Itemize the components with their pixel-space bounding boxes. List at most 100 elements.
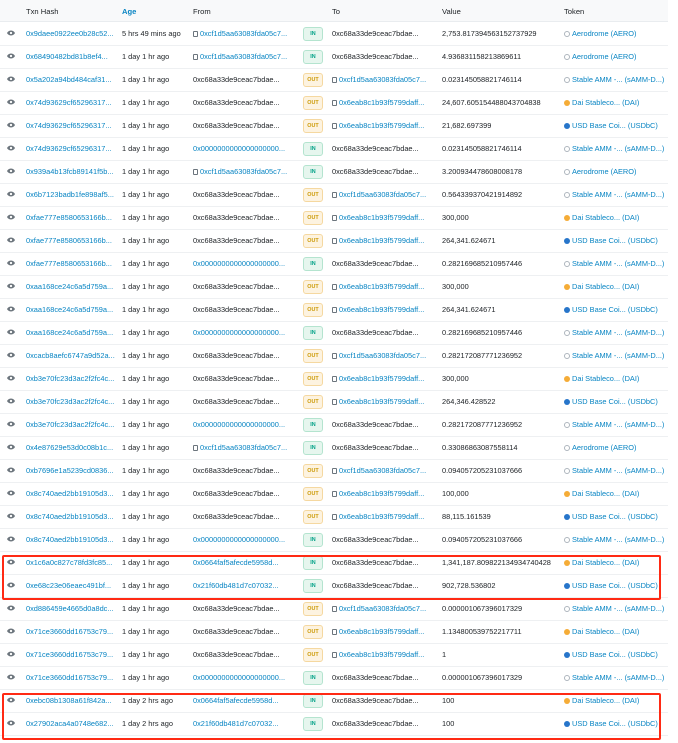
eye-icon[interactable] xyxy=(5,97,16,107)
token-link[interactable]: Stable AMM -... (sAMM-D...) xyxy=(564,351,664,360)
txn-hash-link[interactable]: 0xfae777e8580653166b... xyxy=(26,236,118,245)
token-link[interactable]: USD Base Coi... (USDbC) xyxy=(564,397,664,406)
to-address[interactable]: 0xcf1d5aa63083fda05c7... xyxy=(332,351,438,360)
eye-icon[interactable] xyxy=(5,281,16,291)
eye-icon[interactable] xyxy=(5,511,16,521)
eye-icon[interactable] xyxy=(5,258,16,268)
to-address[interactable]: 0x6eab8c1b93f5799daff... xyxy=(332,397,438,406)
eye-icon[interactable] xyxy=(5,166,16,176)
from-address[interactable]: 0x0000000000000000000... xyxy=(193,259,299,268)
to-address[interactable]: 0x6eab8c1b93f5799daff... xyxy=(332,213,438,222)
eye-icon[interactable] xyxy=(5,143,16,153)
token-link[interactable]: Stable AMM -... (sAMM-D...) xyxy=(564,420,664,429)
token-link[interactable]: USD Base Coi... (USDbC) xyxy=(564,305,664,314)
token-link[interactable]: Stable AMM -... (sAMM-D...) xyxy=(564,144,664,153)
txn-hash-link[interactable]: 0x939a4b13fcb89141f5b... xyxy=(26,167,118,176)
to-address[interactable]: 0xcf1d5aa63083fda05c7... xyxy=(332,604,438,613)
eye-icon[interactable] xyxy=(5,626,16,636)
txn-hash-link[interactable]: 0xfae777e8580653166b... xyxy=(26,213,118,222)
from-address[interactable]: 0xcf1d5aa63083fda05c7... xyxy=(193,52,299,61)
txn-hash-link[interactable]: 0x5a202a94bd484caf31... xyxy=(26,75,118,84)
txn-hash-link[interactable]: 0xaa168ce24c6a5d759a... xyxy=(26,282,118,291)
from-address[interactable]: 0x0000000000000000000... xyxy=(193,420,299,429)
txn-hash-link[interactable]: 0x74d93629cf65296317... xyxy=(26,98,118,107)
to-address[interactable]: 0xcf1d5aa63083fda05c7... xyxy=(332,466,438,475)
txn-hash-link[interactable]: 0x6b7123badb1fe898af5... xyxy=(26,190,118,199)
txn-hash-link[interactable]: 0xb3e70fc23d3ac2f2fc4c... xyxy=(26,374,118,383)
txn-hash-link[interactable]: 0xfae777e8580653166b... xyxy=(26,259,118,268)
eye-icon[interactable] xyxy=(5,373,16,383)
eye-icon[interactable] xyxy=(5,465,16,475)
eye-icon[interactable] xyxy=(5,74,16,84)
token-link[interactable]: Dai Stableco... (DAI) xyxy=(564,374,664,383)
token-link[interactable]: Stable AMM -... (sAMM-D...) xyxy=(564,535,664,544)
from-address[interactable]: 0xcf1d5aa63083fda05c7... xyxy=(193,167,299,176)
token-link[interactable]: Aerodrome (AERO) xyxy=(564,29,664,38)
to-address[interactable]: 0x6eab8c1b93f5799daff... xyxy=(332,305,438,314)
token-link[interactable]: USD Base Coi... (USDbC) xyxy=(564,121,664,130)
txn-hash-link[interactable]: 0x8c740aed2bb19105d3... xyxy=(26,512,118,521)
token-link[interactable]: Stable AMM -... (sAMM-D...) xyxy=(564,673,664,682)
token-link[interactable]: Aerodrome (AERO) xyxy=(564,52,664,61)
txn-hash-link[interactable]: 0x8c740aed2bb19105d3... xyxy=(26,535,118,544)
eye-icon[interactable] xyxy=(5,649,16,659)
to-address[interactable]: 0xcf1d5aa63083fda05c7... xyxy=(332,190,438,199)
txn-hash-link[interactable]: 0xcacb8aefc6747a9d52a... xyxy=(26,351,118,360)
from-address[interactable]: 0x0000000000000000000... xyxy=(193,144,299,153)
txn-hash-link[interactable]: 0xb3e70fc23d3ac2f2fc4c... xyxy=(26,397,118,406)
header-age[interactable]: Age xyxy=(122,7,136,16)
from-address[interactable]: 0x0000000000000000000... xyxy=(193,673,299,682)
from-address[interactable]: 0x0000000000000000000... xyxy=(193,535,299,544)
txn-hash-link[interactable]: 0x74d93629cf65296317... xyxy=(26,144,118,153)
eye-icon[interactable] xyxy=(5,419,16,429)
eye-icon[interactable] xyxy=(5,396,16,406)
token-link[interactable]: Stable AMM -... (sAMM-D...) xyxy=(564,190,664,199)
token-link[interactable]: Aerodrome (AERO) xyxy=(564,167,664,176)
to-address[interactable]: 0x6eab8c1b93f5799daff... xyxy=(332,650,438,659)
token-link[interactable]: Dai Stableco... (DAI) xyxy=(564,282,664,291)
eye-icon[interactable] xyxy=(5,189,16,199)
txn-hash-link[interactable]: 0x8c740aed2bb19105d3... xyxy=(26,489,118,498)
eye-icon[interactable] xyxy=(5,488,16,498)
txn-hash-link[interactable]: 0x68490482bd81b8ef4... xyxy=(26,52,118,61)
eye-icon[interactable] xyxy=(5,350,16,360)
token-link[interactable]: Stable AMM -... (sAMM-D...) xyxy=(564,259,664,268)
from-address[interactable]: 0xcf1d5aa63083fda05c7... xyxy=(193,443,299,452)
eye-icon[interactable] xyxy=(5,534,16,544)
to-address[interactable]: 0x6eab8c1b93f5799daff... xyxy=(332,489,438,498)
to-address[interactable]: 0x6eab8c1b93f5799daff... xyxy=(332,627,438,636)
txn-hash-link[interactable]: 0x74d93629cf65296317... xyxy=(26,121,118,130)
token-link[interactable]: Aerodrome (AERO) xyxy=(564,443,664,452)
eye-icon[interactable] xyxy=(5,603,16,613)
token-link[interactable]: Dai Stableco... (DAI) xyxy=(564,627,664,636)
token-link[interactable]: USD Base Coi... (USDbC) xyxy=(564,512,664,521)
txn-hash-link[interactable]: 0x71ce3660dd16753c79... xyxy=(26,650,118,659)
txn-hash-link[interactable]: 0xb3e70fc23d3ac2f2fc4c... xyxy=(26,420,118,429)
to-address[interactable]: 0x6eab8c1b93f5799daff... xyxy=(332,282,438,291)
to-address[interactable]: 0xcf1d5aa63083fda05c7... xyxy=(332,75,438,84)
eye-icon[interactable] xyxy=(5,442,16,452)
eye-icon[interactable] xyxy=(5,51,16,61)
txn-hash-link[interactable]: 0x4e87629e53d0c08b1c... xyxy=(26,443,118,452)
token-link[interactable]: Dai Stableco... (DAI) xyxy=(564,489,664,498)
to-address[interactable]: 0x6eab8c1b93f5799daff... xyxy=(332,374,438,383)
token-link[interactable]: USD Base Coi... (USDbC) xyxy=(564,650,664,659)
token-link[interactable]: USD Base Coi... (USDbC) xyxy=(564,236,664,245)
eye-icon[interactable] xyxy=(5,120,16,130)
token-link[interactable]: Stable AMM -... (sAMM-D...) xyxy=(564,75,664,84)
txn-hash-link[interactable]: 0xb7696e1a5239cd0836... xyxy=(26,466,118,475)
txn-hash-link[interactable]: 0xd886459e4665d0a8dc... xyxy=(26,604,118,613)
token-link[interactable]: Stable AMM -... (sAMM-D...) xyxy=(564,328,664,337)
txn-hash-link[interactable]: 0x9daee0922ee0b28c52... xyxy=(26,29,118,38)
from-address[interactable]: 0x0000000000000000000... xyxy=(193,328,299,337)
token-link[interactable]: Stable AMM -... (sAMM-D...) xyxy=(564,466,664,475)
eye-icon[interactable] xyxy=(5,672,16,682)
eye-icon[interactable] xyxy=(5,235,16,245)
token-link[interactable]: Dai Stableco... (DAI) xyxy=(564,213,664,222)
eye-icon[interactable] xyxy=(5,327,16,337)
to-address[interactable]: 0x6eab8c1b93f5799daff... xyxy=(332,236,438,245)
token-link[interactable]: Dai Stableco... (DAI) xyxy=(564,98,664,107)
token-link[interactable]: Stable AMM -... (sAMM-D...) xyxy=(564,604,664,613)
to-address[interactable]: 0x6eab8c1b93f5799daff... xyxy=(332,121,438,130)
to-address[interactable]: 0x6eab8c1b93f5799daff... xyxy=(332,512,438,521)
